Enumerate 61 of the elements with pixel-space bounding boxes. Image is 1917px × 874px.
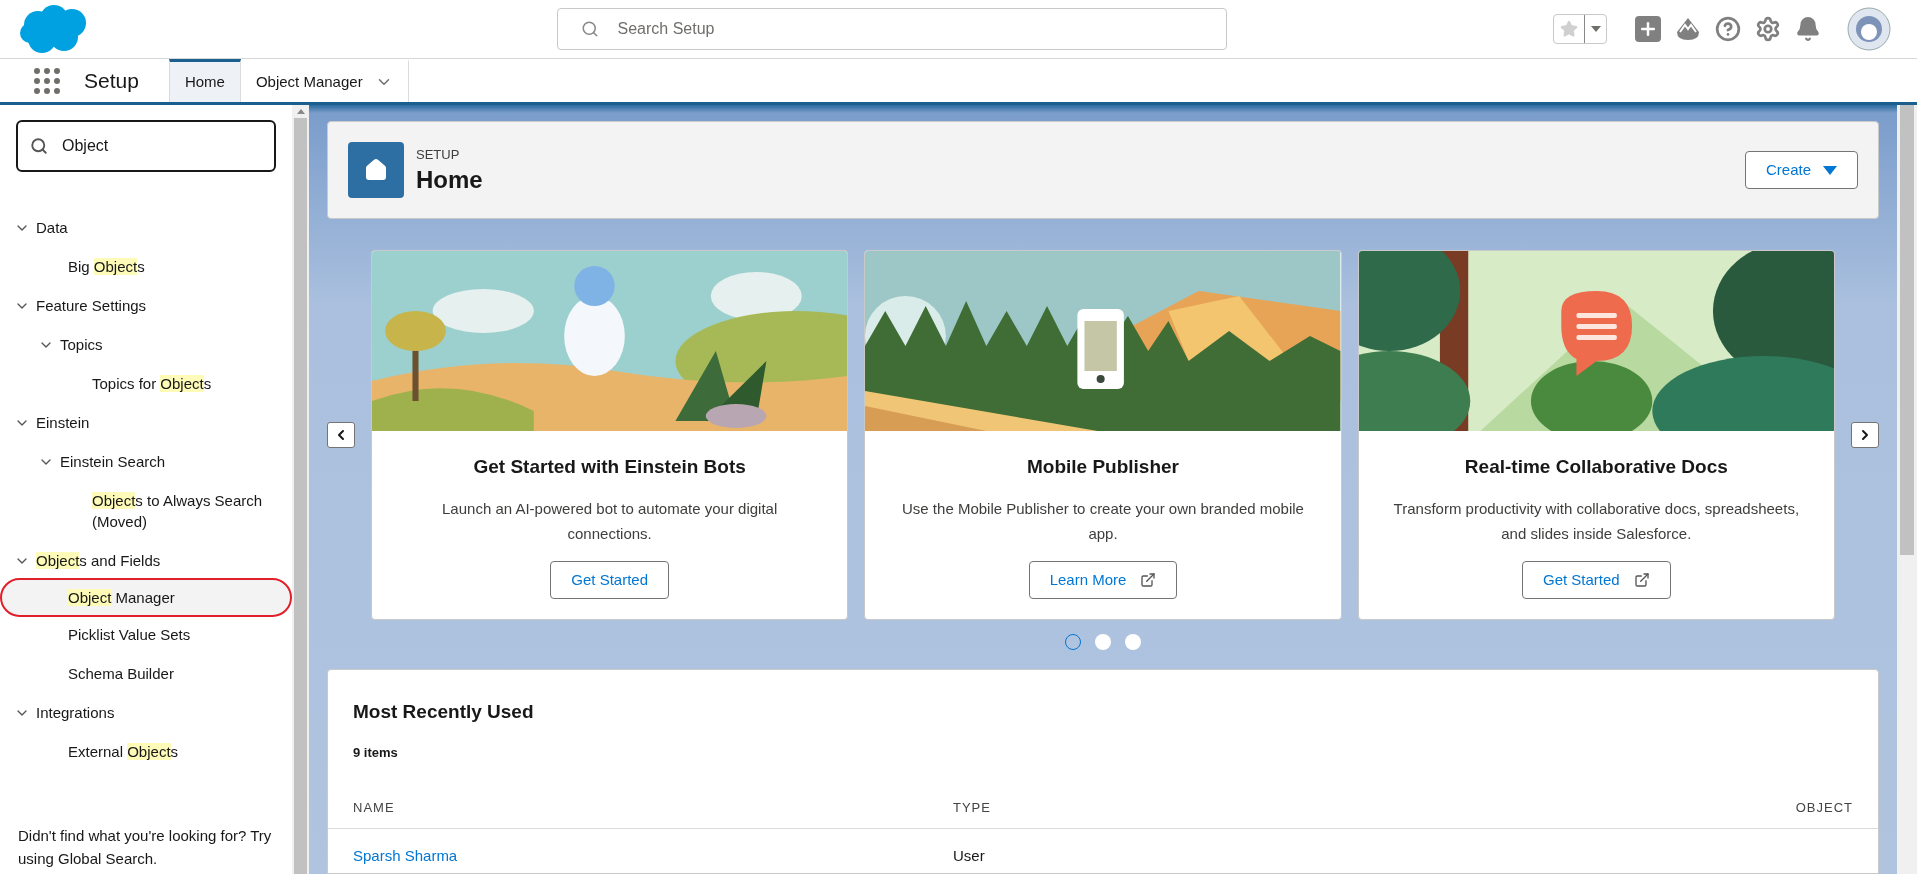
help-icon[interactable]	[1715, 16, 1741, 42]
scrollbar[interactable]	[292, 105, 309, 874]
nav-tab[interactable]: Home	[168, 59, 241, 102]
star-icon	[1560, 20, 1578, 38]
search-icon	[580, 20, 599, 38]
record-link[interactable]: Sparsh Sharma	[353, 844, 953, 867]
card-title: Get Started with Einstein Bots	[473, 455, 746, 479]
app-launcher-icon[interactable]	[34, 67, 60, 94]
settings-icon[interactable]	[1755, 16, 1781, 42]
section-title: Most Recently Used	[353, 700, 535, 724]
external-link-icon	[1633, 572, 1650, 588]
app-name: Setup	[84, 67, 139, 94]
tree-item[interactable]: Objects and Fields	[0, 541, 292, 580]
scroll-up-icon[interactable]	[296, 109, 305, 114]
tree-item[interactable]: Einstein	[0, 403, 292, 442]
search-icon	[30, 137, 48, 155]
external-link-icon	[1140, 572, 1157, 588]
page-title: Home	[416, 164, 483, 195]
favorites-button[interactable]	[1553, 14, 1607, 44]
tree-item[interactable]: Big Objects	[0, 247, 292, 286]
tree-item[interactable]: Schema Builder	[0, 654, 292, 693]
scrollbar[interactable]	[1897, 105, 1917, 874]
tree-item[interactable]: External Objects	[0, 732, 292, 771]
plus-icon	[1638, 19, 1658, 39]
nav-tab[interactable]: Object Manager	[240, 59, 409, 102]
tree-item[interactable]: Object Manager	[0, 578, 292, 617]
item-count: 9 items	[353, 743, 399, 762]
card-description: Launch an AI-powered bot to automate your digital connections.	[441, 498, 779, 544]
tree-item[interactable]: Feature Settings	[0, 286, 292, 325]
column-header[interactable]: NAME	[353, 798, 953, 818]
card-button[interactable]: Learn More	[1028, 561, 1178, 599]
avatar[interactable]	[1847, 7, 1891, 51]
card-button[interactable]: Get Started	[550, 561, 669, 599]
tree-item[interactable]: Topics for Objects	[0, 364, 292, 403]
tree-item[interactable]: Data	[0, 208, 292, 247]
quick-find-field[interactable]: Object	[16, 120, 276, 172]
card-title: Real-time Collaborative Docs	[1464, 455, 1728, 479]
mountain-icon[interactable]	[1675, 16, 1701, 42]
column-header[interactable]: TYPE	[953, 798, 1653, 818]
tree-item[interactable]: Integrations	[0, 693, 292, 732]
card-button[interactable]: Get Started	[1521, 561, 1671, 599]
column-header[interactable]: OBJECT	[1653, 798, 1853, 818]
card-description: Transform productivity with collaborative docs, spreadsheets, and slides inside Salesforce.	[1392, 498, 1801, 544]
table-cell-text: User	[953, 845, 986, 866]
home-icon	[364, 158, 388, 182]
next-button[interactable]	[1851, 422, 1879, 448]
tree-item[interactable]: Picklist Value Sets	[0, 615, 292, 654]
caret-icon	[1823, 165, 1837, 175]
card-title: Mobile Publisher	[1026, 455, 1179, 479]
help-text: Didn't find what you're looking for? Try using Global Search.	[18, 826, 273, 869]
add-button[interactable]	[1635, 16, 1661, 42]
previous-button[interactable]	[327, 422, 355, 448]
tree-item[interactable]: Einstein Search	[0, 442, 292, 481]
create-button[interactable]: Create	[1744, 151, 1858, 189]
search-field[interactable]: Search Setup	[556, 8, 1227, 50]
tree-item[interactable]: Objects to Always Search (Moved)	[0, 481, 292, 541]
eyebrow: SETUP	[416, 146, 461, 165]
tree-item[interactable]: Topics	[0, 325, 292, 364]
notifications-icon[interactable]	[1795, 16, 1821, 42]
caret-icon	[1590, 26, 1601, 32]
card-description: Use the Mobile Publisher to create your own branded mobile app.	[901, 498, 1305, 544]
